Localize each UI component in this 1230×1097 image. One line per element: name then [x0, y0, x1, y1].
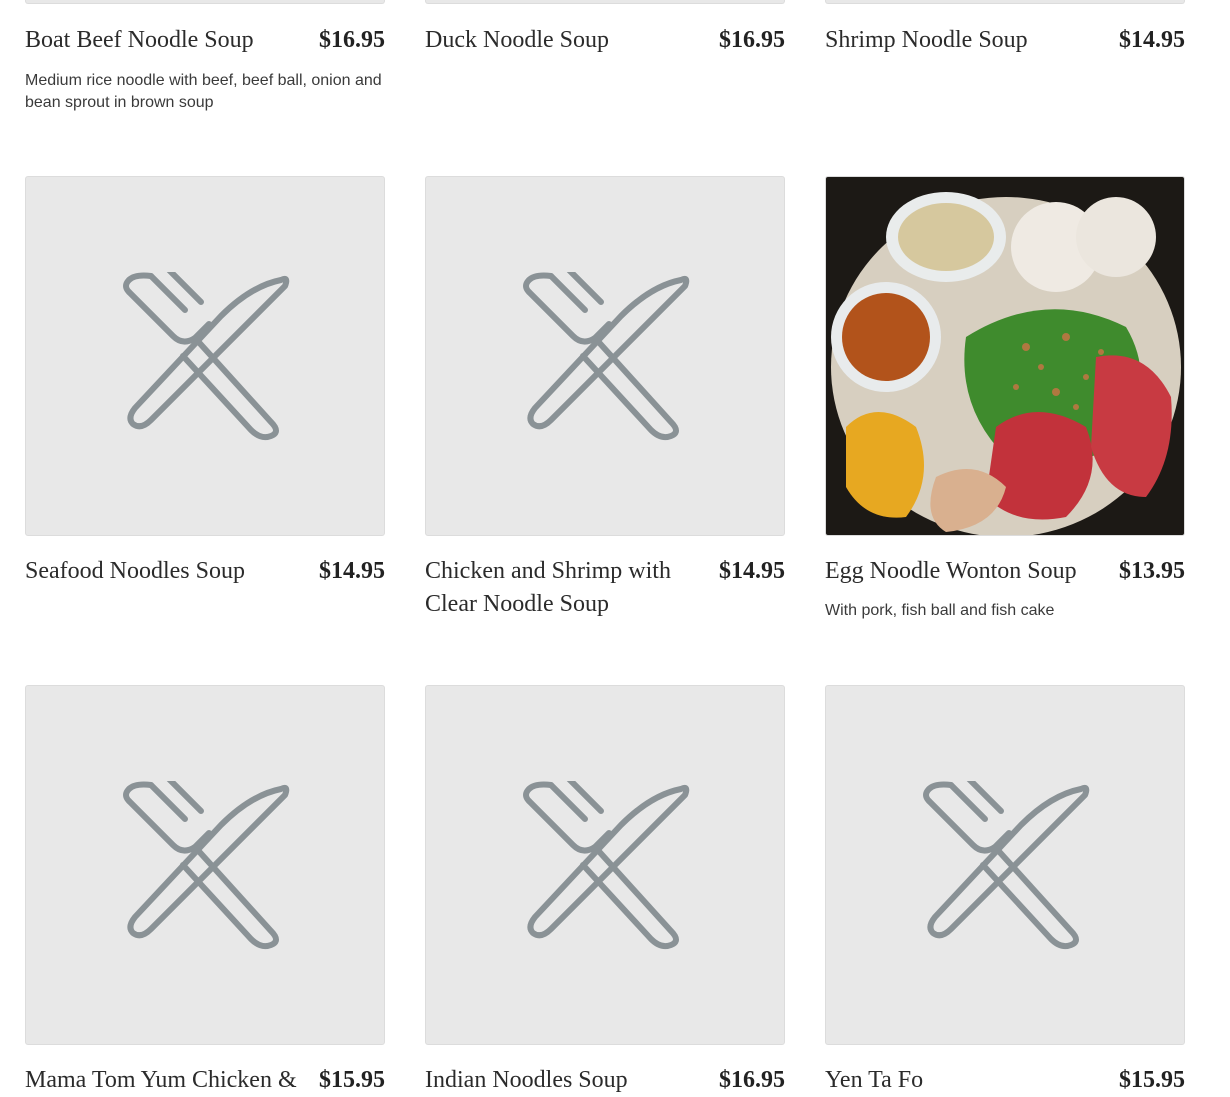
item-name[interactable]: Chicken and Shrimp with Clear Noodle Sou…	[425, 555, 687, 621]
item-price: $16.95	[719, 27, 785, 53]
item-image-placeholder[interactable]	[825, 685, 1185, 1045]
item-image-placeholder[interactable]	[425, 176, 785, 536]
item-image-placeholder[interactable]	[425, 685, 785, 1045]
item-price: $16.95	[319, 27, 385, 53]
item-name[interactable]: Shrimp Noodle Soup	[825, 24, 1087, 57]
item-photo[interactable]	[825, 176, 1185, 536]
item-name[interactable]: Seafood Noodles Soup	[25, 555, 287, 588]
item-name[interactable]: Yen Ta Fo	[825, 1064, 1087, 1097]
fork-knife-icon	[523, 272, 690, 441]
item-price: $14.95	[1119, 27, 1185, 53]
fork-knife-icon	[923, 781, 1090, 950]
item-price: $16.95	[719, 1067, 785, 1093]
item-image-placeholder[interactable]	[25, 0, 385, 4]
item-name[interactable]: Indian Noodles Soup	[425, 1064, 687, 1097]
noodle-soup-photo	[826, 177, 1184, 535]
item-image-placeholder[interactable]	[825, 0, 1185, 4]
item-price: $14.95	[719, 558, 785, 584]
fork-knife-icon	[123, 272, 290, 441]
item-description: With pork, fish ball and fish cake	[825, 602, 1055, 619]
item-price: $15.95	[1119, 1067, 1185, 1093]
item-description: Medium rice noodle with beef, beef ball,…	[25, 72, 382, 111]
item-image-placeholder[interactable]	[425, 0, 785, 4]
item-price: $14.95	[319, 558, 385, 584]
item-name[interactable]: Egg Noodle Wonton Soup	[825, 555, 1087, 588]
fork-knife-icon	[523, 781, 690, 950]
item-image-placeholder[interactable]	[25, 685, 385, 1045]
item-price: $13.95	[1119, 558, 1185, 584]
item-image-placeholder[interactable]	[25, 176, 385, 536]
item-name[interactable]: Boat Beef Noodle Soup	[25, 24, 287, 57]
item-name[interactable]: Duck Noodle Soup	[425, 24, 687, 57]
item-name[interactable]: Mama Tom Yum Chicken &	[25, 1064, 297, 1097]
fork-knife-icon	[123, 781, 290, 950]
item-price: $15.95	[319, 1067, 385, 1093]
